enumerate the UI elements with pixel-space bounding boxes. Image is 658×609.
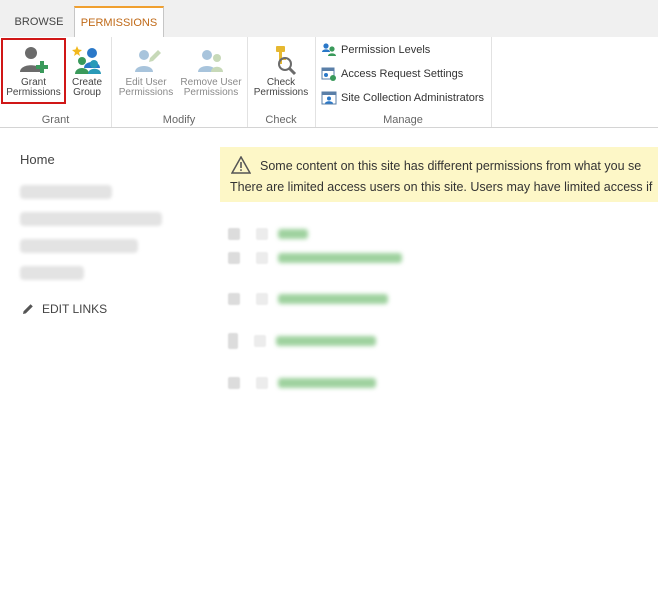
site-collection-administrators-label: Site Collection Administrators	[341, 92, 485, 104]
row-icon	[256, 252, 268, 264]
permission-levels-label: Permission Levels	[341, 44, 431, 56]
nav-link-redacted[interactable]	[20, 266, 84, 280]
warning-text-line1: Some content on this site has different …	[260, 159, 642, 173]
access-request-settings-icon	[321, 67, 336, 81]
list-item[interactable]	[228, 333, 448, 349]
permission-levels-button[interactable]: Permission Levels	[321, 40, 430, 60]
list-item[interactable]	[228, 375, 448, 391]
grant-permissions-button[interactable]: Grant Permissions	[1, 38, 66, 104]
group-label-manage: Manage	[383, 114, 423, 126]
nav-link-redacted[interactable]	[20, 239, 138, 253]
nav-link-home[interactable]: Home	[20, 152, 200, 178]
ribbon-group-modify: Edit User Permissions Remove User Permis…	[111, 37, 248, 127]
row-icon	[254, 335, 266, 347]
check-permissions-label-line2: Permissions	[253, 87, 309, 98]
row-name-redacted[interactable]	[278, 378, 376, 388]
grant-permissions-label-line2: Permissions	[6, 87, 61, 98]
edit-links-label: EDIT LINKS	[42, 302, 108, 316]
create-group-icon	[72, 46, 101, 74]
edit-user-permissions-button[interactable]: Edit User Permissions	[116, 41, 176, 98]
row-checkbox[interactable]	[228, 377, 240, 389]
row-name-redacted[interactable]	[278, 229, 308, 239]
tab-browse[interactable]: BROWSE	[6, 8, 72, 37]
remove-user-permissions-icon	[198, 50, 223, 72]
tab-permissions[interactable]: PERMISSIONS	[74, 6, 164, 39]
row-icon	[256, 228, 268, 240]
ribbon-group-grant: Grant Permissions Create Group Grant	[0, 37, 112, 127]
row-icon	[256, 377, 268, 389]
site-collection-administrators-button[interactable]: Site Collection Administrators	[321, 88, 484, 108]
create-group-label-line2: Group	[73, 87, 101, 98]
nav-link-redacted[interactable]	[20, 185, 112, 199]
remove-user-permissions-button[interactable]: Remove User Permissions	[178, 41, 244, 98]
row-name-redacted[interactable]	[276, 336, 376, 346]
edit-user-permissions-icon	[135, 50, 161, 72]
group-label-modify: Modify	[162, 114, 196, 126]
nav-link-redacted[interactable]	[20, 212, 162, 226]
permissions-warning-bar: Some content on this site has different …	[220, 147, 658, 202]
pencil-icon	[23, 304, 33, 314]
list-item[interactable]	[228, 250, 448, 266]
check-permissions-button[interactable]: Check Permissions	[251, 41, 311, 98]
left-navigation: Home	[20, 152, 200, 293]
grant-permissions-icon	[19, 47, 48, 73]
list-item[interactable]	[228, 226, 448, 242]
ribbon-tab-strip: BROWSE PERMISSIONS	[0, 0, 658, 39]
row-checkbox[interactable]	[228, 333, 238, 349]
site-collection-administrators-icon	[321, 91, 337, 105]
row-icon	[256, 293, 268, 305]
access-request-settings-button[interactable]: Access Request Settings	[321, 64, 463, 84]
warning-icon	[231, 156, 251, 174]
edit-user-permissions-label-line2: Permissions	[118, 87, 174, 98]
warning-text-line2: There are limited access users on this s…	[230, 180, 653, 194]
permission-levels-icon	[322, 43, 336, 56]
check-permissions-icon	[276, 46, 297, 76]
group-label-check: Check	[265, 114, 297, 126]
access-request-settings-label: Access Request Settings	[341, 68, 464, 80]
ribbon-group-check: Check Permissions Check	[247, 37, 316, 127]
list-item[interactable]	[228, 291, 448, 307]
create-group-button[interactable]: Create Group	[68, 41, 106, 98]
group-label-grant: Grant	[41, 114, 70, 126]
row-checkbox[interactable]	[228, 228, 240, 240]
row-name-redacted[interactable]	[278, 253, 402, 263]
remove-user-permissions-label-line2: Permissions	[183, 87, 239, 98]
row-checkbox[interactable]	[228, 252, 240, 264]
row-checkbox[interactable]	[228, 293, 240, 305]
ribbon: Grant Permissions Create Group Grant Edi…	[0, 37, 658, 128]
ribbon-group-manage: Permission Levels Access Request Setting…	[315, 37, 492, 127]
edit-links-button[interactable]: EDIT LINKS	[22, 302, 107, 316]
row-name-redacted[interactable]	[278, 294, 388, 304]
